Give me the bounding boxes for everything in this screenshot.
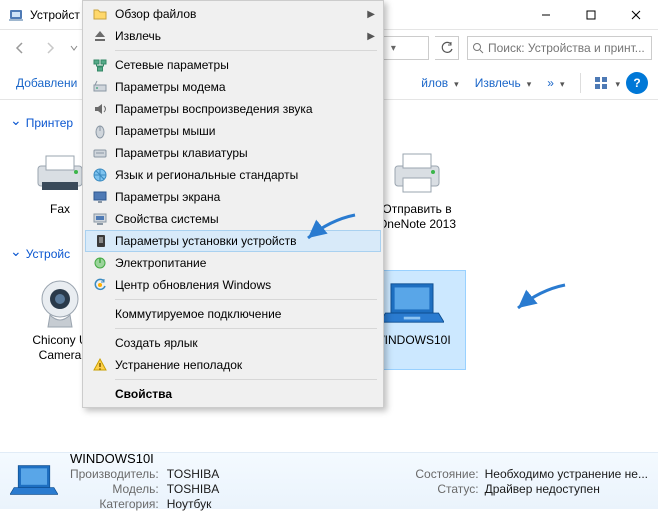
details-val: TOSHIBA: [167, 482, 219, 496]
menu-dialup-connection[interactable]: Коммутируемое подключение: [85, 303, 381, 325]
menu-power-options[interactable]: Электропитание: [85, 252, 381, 274]
menu-browse-files[interactable]: Обзор файлов▶: [85, 3, 381, 25]
menu-separator: [115, 328, 377, 329]
refresh-button[interactable]: [435, 36, 459, 60]
details-pane: WINDOWS10I Производитель: TOSHIBA Модель…: [0, 452, 658, 509]
back-button[interactable]: [6, 35, 34, 61]
laptop-icon: [380, 277, 444, 329]
menu-troubleshoot[interactable]: Устранение неполадок: [85, 354, 381, 376]
menu-separator: [115, 379, 377, 380]
device-settings-icon: [92, 232, 110, 250]
modem-icon: [91, 78, 109, 96]
search-icon: [472, 42, 484, 54]
details-val: Необходимо устранение не...: [485, 467, 648, 481]
menu-network-settings[interactable]: Сетевые параметры: [85, 54, 381, 76]
details-val: TOSHIBA: [167, 467, 219, 481]
search-input[interactable]: [488, 41, 647, 55]
context-menu: Обзор файлов▶ Извлечь▶ Сетевые параметры…: [82, 0, 384, 408]
extract-dropdown[interactable]: Извлечь: [469, 74, 538, 92]
help-button[interactable]: ?: [626, 72, 648, 94]
chevron-down-icon[interactable]: ▾: [389, 43, 398, 54]
app-icon: [8, 7, 24, 23]
details-key: Производитель:: [70, 467, 159, 481]
add-device-button[interactable]: Добавлени: [10, 74, 83, 92]
more-commands[interactable]: »: [541, 74, 570, 92]
menu-keyboard-settings[interactable]: Параметры клавиатуры: [85, 142, 381, 164]
maximize-button[interactable]: [568, 0, 613, 30]
files-dropdown[interactable]: йлов: [415, 74, 464, 92]
globe-icon: [91, 166, 109, 184]
menu-eject[interactable]: Извлечь▶: [85, 25, 381, 47]
menu-mouse-settings[interactable]: Параметры мыши: [85, 120, 381, 142]
menu-modem-settings[interactable]: Параметры модема: [85, 76, 381, 98]
menu-display-settings[interactable]: Параметры экрана: [85, 186, 381, 208]
network-icon: [91, 56, 109, 74]
menu-region-settings[interactable]: Язык и региональные стандарты: [85, 164, 381, 186]
printer-icon: [385, 146, 449, 198]
keyboard-icon: [91, 144, 109, 162]
forward-button[interactable]: [36, 35, 64, 61]
update-icon: [91, 276, 109, 294]
menu-sound-settings[interactable]: Параметры воспроизведения звука: [85, 98, 381, 120]
close-button[interactable]: [613, 0, 658, 30]
details-key: Модель:: [70, 482, 159, 496]
recent-dropdown[interactable]: [66, 35, 82, 61]
speaker-icon: [91, 100, 109, 118]
laptop-icon: [10, 460, 58, 502]
mouse-icon: [91, 122, 109, 140]
details-key: Статус:: [415, 482, 478, 496]
details-key: Состояние:: [415, 467, 478, 481]
minimize-button[interactable]: [523, 0, 568, 30]
menu-separator: [115, 50, 377, 51]
details-val: Драйвер недоступен: [485, 482, 648, 496]
monitor-icon: [91, 188, 109, 206]
submenu-arrow-icon: ▶: [367, 31, 375, 42]
view-dropdown[interactable]: [591, 73, 622, 93]
folder-icon: [91, 5, 109, 23]
annotation-arrow-icon: [300, 210, 360, 250]
eject-icon: [91, 27, 109, 45]
annotation-arrow-icon: [510, 280, 570, 320]
menu-separator: [115, 299, 377, 300]
menu-properties[interactable]: Свойства: [85, 383, 381, 405]
computer-icon: [91, 210, 109, 228]
details-name: WINDOWS10I: [70, 451, 219, 466]
menu-windows-update[interactable]: Центр обновления Windows: [85, 274, 381, 296]
submenu-arrow-icon: ▶: [367, 9, 375, 20]
search-box[interactable]: [467, 36, 652, 60]
menu-create-shortcut[interactable]: Создать ярлык: [85, 332, 381, 354]
warning-icon: [91, 356, 109, 374]
power-icon: [91, 254, 109, 272]
